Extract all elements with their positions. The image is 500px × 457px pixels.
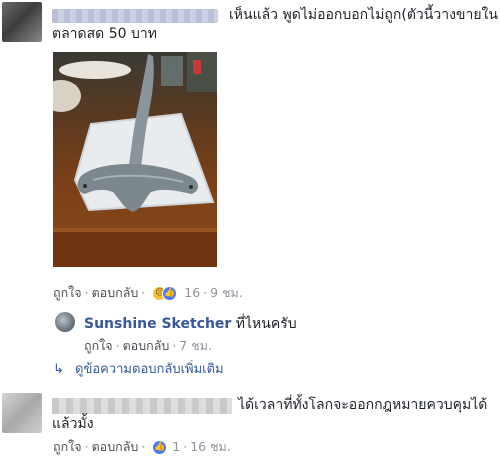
reply-link[interactable]: ตอบกลับ (92, 439, 139, 454)
shark-photo-illustration (53, 52, 217, 267)
comment-actions: ถูกใจ · ตอบกลับ · ☹ 👍 16 · 9 ชม. (53, 283, 243, 303)
comment-text-line1: ได้เวลาที่ทั้งโลกจะออกกฎหมายควบคุมได้ (238, 397, 488, 413)
separator-dot: · (172, 338, 177, 353)
more-replies-row[interactable]: ↳ ดูข้อความตอบกลับเพิ่มเติม (53, 358, 224, 379)
like-link[interactable]: ถูกใจ (84, 338, 113, 353)
like-reaction-icon: 👍 (152, 439, 168, 455)
like-link[interactable]: ถูกใจ (53, 439, 82, 454)
separator-dot: · (141, 439, 146, 454)
more-replies-link[interactable]: ดูข้อความตอบกลับเพิ่มเติม (75, 362, 224, 377)
reaction-icons[interactable]: 👍 (152, 439, 168, 456)
reaction-count[interactable]: 16 (184, 285, 200, 300)
timestamp[interactable]: 7 ชม. (179, 338, 212, 353)
separator-dot: · (115, 338, 120, 353)
separator-dot: · (141, 285, 146, 300)
reaction-count[interactable]: 1 (172, 439, 180, 454)
timestamp[interactable]: 16 ชม. (190, 439, 231, 454)
separator-dot: · (84, 439, 89, 454)
reply-text: Sunshine Sketcher ที่ไหนครับ (84, 313, 297, 335)
commenter-name-redacted[interactable] (52, 398, 232, 414)
reaction-icons[interactable]: ☹ 👍 (152, 285, 180, 302)
commenter-name-redacted[interactable] (52, 9, 218, 23)
reply-link[interactable]: ตอบกลับ (123, 338, 170, 353)
separator-dot: · (203, 285, 208, 300)
reply-author-avatar[interactable] (55, 312, 75, 332)
timestamp[interactable]: 9 ชม. (210, 285, 243, 300)
comment-text-line2: แล้วมั้ง (52, 416, 94, 432)
reply-body: ที่ไหนครับ (235, 316, 297, 332)
reply-arrow-icon: ↳ (53, 362, 64, 377)
comment-actions: ถูกใจ · ตอบกลับ · 👍 1 · 16 ชม. (53, 437, 231, 457)
like-link[interactable]: ถูกใจ (53, 285, 82, 300)
reply-link[interactable]: ตอบกลับ (92, 285, 139, 300)
comment-text-line2: ตลาดสด 50 บาท (52, 26, 157, 42)
commenter-avatar[interactable] (2, 2, 42, 42)
separator-dot: · (183, 439, 188, 454)
reply-actions: ถูกใจ · ตอบกลับ · 7 ชม. (84, 336, 212, 356)
reply-author-name[interactable]: Sunshine Sketcher (84, 316, 231, 332)
commenter-avatar[interactable] (2, 393, 42, 433)
like-reaction-icon: 👍 (162, 285, 178, 301)
comment-photo[interactable] (53, 52, 217, 267)
separator-dot: · (84, 285, 89, 300)
comment-text-line1: เห็นแล้ว พูดไม่ออกบอกไม่ถูก(ตัวนี้วางขาย… (229, 7, 498, 23)
